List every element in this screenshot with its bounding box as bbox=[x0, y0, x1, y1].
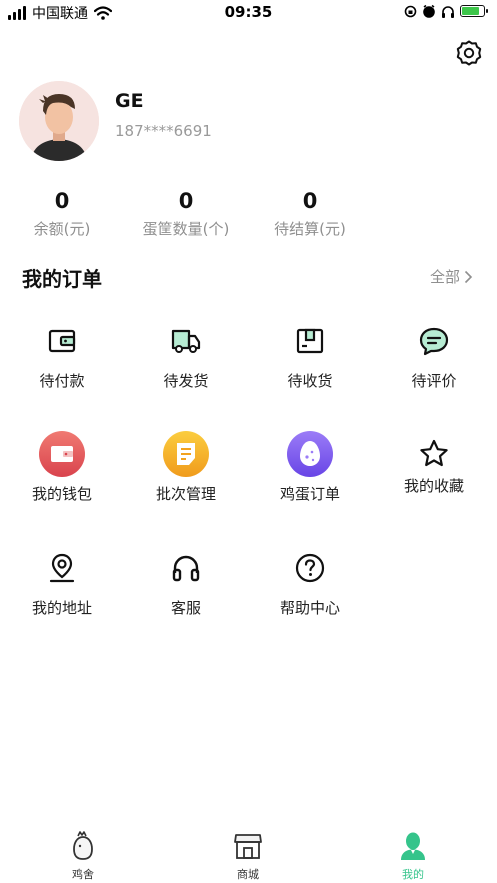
battery-level bbox=[462, 7, 479, 15]
tab-store[interactable]: 商城 bbox=[208, 830, 288, 882]
grid-label: 待评价 bbox=[411, 372, 457, 390]
gear-icon bbox=[456, 40, 482, 66]
rotation-lock-icon bbox=[404, 5, 417, 17]
headset-icon bbox=[163, 545, 209, 591]
service-my-address[interactable]: 我的地址 bbox=[0, 545, 124, 618]
chevron-right-icon bbox=[464, 270, 473, 283]
wallet-outline-icon bbox=[39, 318, 85, 364]
orders-title: 我的订单 bbox=[22, 267, 102, 291]
view-all-orders-link[interactable]: 全部 bbox=[430, 266, 473, 287]
service-help-center[interactable]: 帮助中心 bbox=[248, 545, 372, 618]
tab-bar: 鸡舍 商城 我的 bbox=[0, 822, 497, 883]
grid-label: 我的地址 bbox=[31, 599, 92, 617]
location-icon bbox=[39, 545, 85, 591]
stat-value: 0 bbox=[302, 189, 318, 213]
tab-label: 鸡舍 bbox=[72, 868, 94, 881]
order-pending-receipt[interactable]: 待收货 bbox=[248, 318, 372, 391]
grid-label: 待付款 bbox=[39, 372, 85, 390]
order-pending-shipment[interactable]: 待发货 bbox=[124, 318, 248, 391]
stat-label: 余额(元) bbox=[33, 220, 91, 238]
alarm-icon bbox=[423, 4, 435, 18]
status-right bbox=[404, 4, 488, 18]
stat-label: 待结算(元) bbox=[274, 220, 346, 238]
grid-label: 待发货 bbox=[163, 372, 209, 390]
grid-label: 鸡蛋订单 bbox=[279, 485, 340, 503]
box-icon bbox=[287, 318, 333, 364]
service-customer-service[interactable]: 客服 bbox=[124, 545, 248, 618]
battery-icon bbox=[460, 5, 488, 17]
batch-icon bbox=[163, 431, 209, 477]
grid-label: 待收货 bbox=[287, 372, 333, 390]
avatar[interactable] bbox=[19, 81, 99, 161]
egg-icon bbox=[287, 431, 333, 477]
order-pending-review[interactable]: 待评价 bbox=[372, 318, 496, 391]
truck-icon bbox=[163, 318, 209, 364]
stat-egg-baskets[interactable]: 0 蛋筐数量(个) bbox=[126, 186, 246, 239]
grid-label: 客服 bbox=[170, 599, 201, 617]
tab-label: 我的 bbox=[402, 868, 424, 881]
help-icon bbox=[287, 545, 333, 591]
username: GE bbox=[115, 90, 144, 112]
service-my-favorites[interactable]: 我的收藏 bbox=[372, 431, 496, 496]
stat-value: 0 bbox=[54, 189, 70, 213]
headphones-status-icon bbox=[442, 5, 454, 18]
tab-label: 商城 bbox=[237, 868, 259, 881]
stat-value: 0 bbox=[178, 189, 194, 213]
view-all-label: 全部 bbox=[429, 268, 460, 286]
store-icon bbox=[233, 830, 263, 862]
settings-button[interactable] bbox=[454, 38, 484, 68]
grid-label: 帮助中心 bbox=[279, 599, 340, 617]
wallet-icon bbox=[39, 431, 85, 477]
order-pending-payment[interactable]: 待付款 bbox=[0, 318, 124, 391]
coop-icon bbox=[68, 830, 98, 862]
service-batch-management[interactable]: 批次管理 bbox=[124, 431, 248, 504]
grid-label: 我的收藏 bbox=[403, 477, 464, 495]
tab-mine[interactable]: 我的 bbox=[373, 830, 453, 882]
comment-icon bbox=[411, 318, 457, 364]
stats-row: 0 余额(元) 0 蛋筐数量(个) 0 待结算(元) bbox=[0, 186, 497, 246]
grid-label: 批次管理 bbox=[155, 485, 216, 503]
avatar-illustration bbox=[19, 81, 99, 161]
stat-pending-settlement[interactable]: 0 待结算(元) bbox=[250, 186, 370, 239]
stat-balance[interactable]: 0 余额(元) bbox=[2, 186, 122, 239]
service-my-wallet[interactable]: 我的钱包 bbox=[0, 431, 124, 504]
stat-label: 蛋筐数量(个) bbox=[142, 220, 230, 238]
phone-number: 187****6691 bbox=[115, 122, 212, 140]
star-icon bbox=[411, 431, 457, 477]
tab-coop[interactable]: 鸡舍 bbox=[43, 830, 123, 882]
service-egg-orders[interactable]: 鸡蛋订单 bbox=[248, 431, 372, 504]
profile-icon bbox=[398, 830, 428, 862]
grid-label: 我的钱包 bbox=[31, 485, 92, 503]
status-bar: 中国联通 09:35 bbox=[0, 0, 497, 26]
